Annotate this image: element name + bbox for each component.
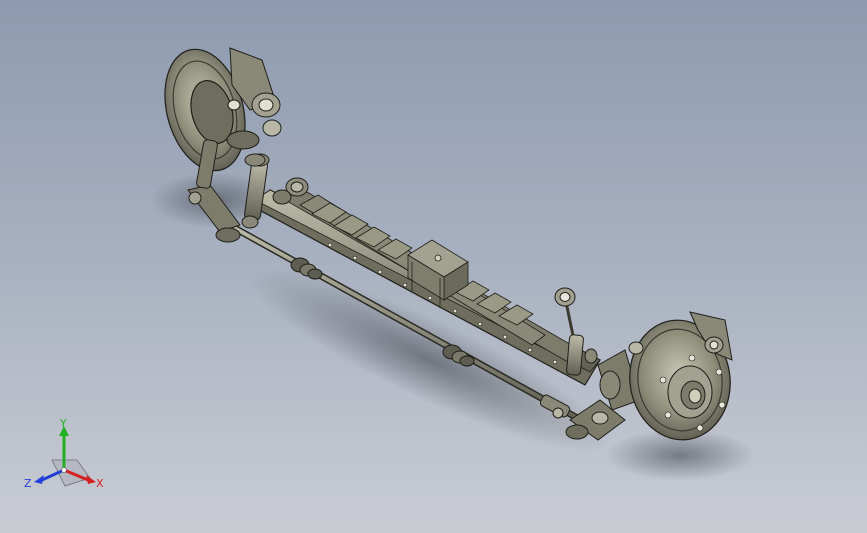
z-axis-arrow: [34, 475, 44, 484]
x-axis-label: X: [96, 477, 104, 490]
x-axis-arrow: [86, 475, 96, 484]
view-orientation-triad[interactable]: Y X Z: [22, 418, 112, 498]
y-axis-label: Y: [59, 418, 67, 430]
front-axle-assembly-model[interactable]: [0, 0, 867, 533]
z-axis-label: Z: [24, 477, 32, 490]
wheel-hub-right[interactable]: [667, 365, 713, 419]
triad-origin: [61, 467, 67, 473]
3d-viewport[interactable]: Y X Z: [0, 0, 867, 533]
